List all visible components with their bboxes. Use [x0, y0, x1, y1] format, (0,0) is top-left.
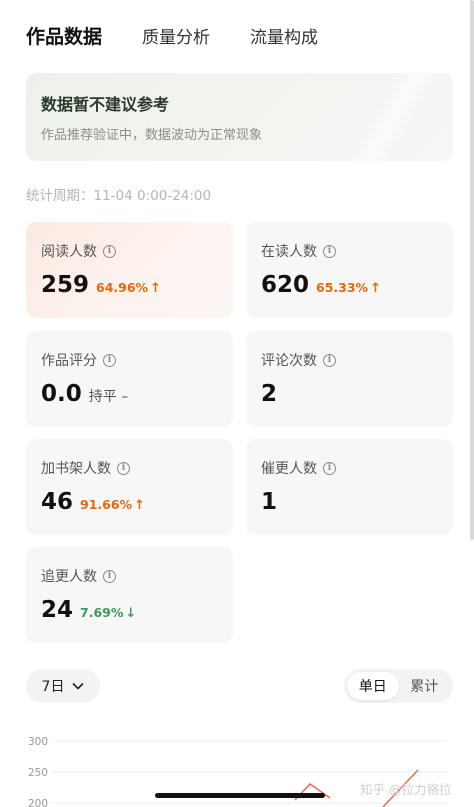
mode-segmented-control: 单日 累计	[344, 669, 453, 703]
y-tick-label: 200	[28, 798, 48, 807]
chevron-down-icon	[72, 679, 85, 693]
card-change: 64.96% ↑	[96, 280, 161, 296]
card-current-readers[interactable]: 在读人数 i 620 65.33% ↑	[246, 222, 453, 318]
card-label: 催更人数	[261, 461, 317, 477]
tab-bar: 作品数据 质量分析 流量构成	[26, 22, 318, 49]
arrow-up-icon: ↑	[150, 281, 161, 296]
segment-daily[interactable]: 单日	[347, 672, 399, 700]
watermark: 知乎 @拉力铬拉	[360, 782, 452, 797]
notice-title: 数据暂不建议参考	[41, 95, 170, 114]
card-value: 2	[261, 381, 278, 407]
card-comments[interactable]: 评论次数 i 2	[246, 331, 453, 427]
info-icon[interactable]: i	[103, 244, 116, 258]
card-label: 在读人数	[261, 244, 317, 260]
card-value: 46	[41, 489, 74, 515]
tab-work-data[interactable]: 作品数据	[26, 22, 102, 49]
arrow-down-icon: ↓	[125, 606, 137, 621]
info-icon[interactable]: i	[117, 461, 130, 475]
arrow-up-icon: ↑	[134, 498, 145, 513]
tab-traffic-composition[interactable]: 流量构成	[250, 23, 318, 48]
card-value: 0.0	[41, 381, 82, 407]
info-icon[interactable]: i	[103, 353, 116, 367]
card-value: 259	[41, 272, 90, 298]
info-icon[interactable]: i	[323, 461, 336, 475]
card-update-urges[interactable]: 催更人数 i 1	[246, 439, 453, 535]
card-flat-status: 持平 –	[88, 389, 129, 405]
tab-quality-analysis[interactable]: 质量分析	[142, 23, 210, 48]
card-value: 1	[261, 489, 278, 515]
card-label: 追更人数	[41, 569, 97, 585]
info-icon[interactable]: i	[323, 353, 336, 367]
card-readers[interactable]: 阅读人数 i 259 64.96% ↑	[26, 222, 233, 318]
range-dropdown-value: 7日	[41, 679, 65, 695]
range-dropdown[interactable]: 7日	[26, 669, 100, 703]
y-tick-label: 300	[28, 736, 48, 748]
stat-period: 统计周期：11-04 0:00-24:00	[26, 188, 212, 204]
card-value: 620	[261, 272, 310, 298]
arrow-up-icon: ↑	[370, 281, 381, 296]
segment-cumulative[interactable]: 累计	[399, 672, 451, 700]
card-label: 作品评分	[41, 353, 97, 369]
card-followers[interactable]: 追更人数 i 24 7.69% ↓	[26, 547, 233, 643]
scrollbar[interactable]	[470, 0, 474, 540]
notice-banner: 数据暂不建议参考 作品推荐验证中，数据波动为正常现象	[26, 73, 453, 161]
card-change: 65.33% ↑	[316, 280, 381, 296]
notice-text: 作品推荐验证中，数据波动为正常现象	[41, 128, 263, 143]
info-icon[interactable]: i	[103, 569, 116, 583]
card-label: 加书架人数	[41, 461, 111, 477]
card-value: 24	[41, 597, 74, 623]
card-label: 阅读人数	[41, 244, 97, 260]
card-rating[interactable]: 作品评分 i 0.0 持平 –	[26, 331, 233, 427]
card-change: 7.69% ↓	[80, 605, 137, 621]
info-icon[interactable]: i	[323, 244, 336, 258]
home-indicator[interactable]	[155, 793, 325, 798]
y-tick-label: 250	[28, 767, 48, 779]
card-label: 评论次数	[261, 353, 317, 369]
card-bookshelf-adds[interactable]: 加书架人数 i 46 91.66% ↑	[26, 439, 233, 535]
card-change: 91.66% ↑	[80, 497, 145, 513]
